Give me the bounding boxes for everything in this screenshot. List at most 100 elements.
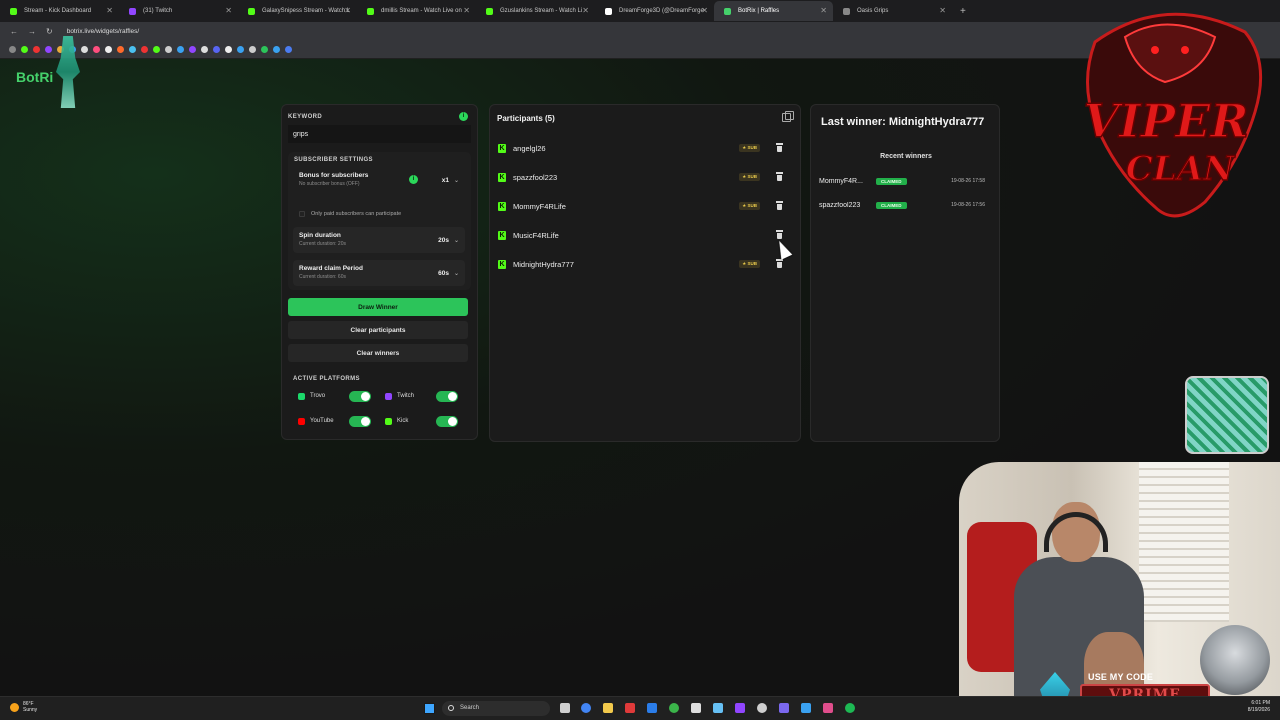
close-tab-icon[interactable]: ✕ [939, 6, 946, 15]
app-icon[interactable] [625, 703, 635, 713]
bookmark-icon[interactable] [177, 46, 184, 53]
last-winner-title: Last winner: MidnightHydra777 [821, 116, 985, 128]
bookmark-icon[interactable] [153, 46, 160, 53]
bookmark-icon[interactable] [33, 46, 40, 53]
spin-title: Spin duration [299, 232, 341, 239]
copy-icon[interactable] [782, 111, 794, 122]
sun-icon [10, 702, 19, 712]
close-tab-icon[interactable]: ✕ [582, 6, 589, 15]
bookmark-icon[interactable] [225, 46, 232, 53]
trash-icon[interactable] [776, 172, 783, 181]
bookmark-icon[interactable] [249, 46, 256, 53]
bookmark-icon[interactable] [213, 46, 220, 53]
draw-winner-button[interactable]: Draw Winner [288, 298, 468, 316]
browser-tab[interactable]: DreamForge3D (@DreamForge ✕ [595, 1, 714, 21]
reload-icon[interactable]: ↻ [46, 27, 53, 36]
browser-tab[interactable]: Gzuslankins Stream - Watch Li ✕ [476, 1, 595, 21]
folder-icon[interactable] [603, 703, 613, 713]
app-icon[interactable] [691, 703, 701, 713]
spin-duration-setting: Spin duration Current duration: 20s 20s ⌄ [293, 227, 465, 253]
viper-clan-logo: VIPER CLAN [1083, 12, 1263, 218]
youtube-toggle[interactable] [349, 416, 371, 427]
bookmark-icon[interactable] [237, 46, 244, 53]
close-tab-icon[interactable]: ✕ [225, 6, 232, 15]
browser-tab[interactable]: Stream - Kick Dashboard ✕ [0, 1, 119, 21]
close-tab-icon[interactable]: ✕ [701, 6, 708, 15]
close-tab-icon[interactable]: ✕ [344, 6, 351, 15]
browser-tab[interactable]: dmillis Stream - Watch Live on ✕ [357, 1, 476, 21]
bookmark-icon[interactable] [93, 46, 100, 53]
browser-tab[interactable]: GalaxySnipess Stream - Watch L ✕ [238, 1, 357, 21]
info-icon[interactable]: i [459, 112, 468, 121]
only-paid-checkbox[interactable] [299, 211, 305, 217]
reward-period-select[interactable]: 60s ⌄ [438, 267, 459, 279]
system-clock[interactable]: 6:01 PM 8/19/2026 [1248, 700, 1270, 714]
raffle-settings-panel: KEYWORD i SUBSCRIBER SETTINGS Bonus for … [281, 104, 478, 440]
spin-duration-select[interactable]: 20s ⌄ [438, 234, 459, 246]
kick-toggle[interactable] [436, 416, 458, 427]
trovo-toggle[interactable] [349, 391, 371, 402]
trash-icon[interactable] [776, 230, 783, 239]
trash-icon[interactable] [776, 143, 783, 152]
clear-winners-button[interactable]: Clear winners [288, 344, 468, 362]
xbox-icon[interactable] [669, 703, 679, 713]
bookmark-icon[interactable] [117, 46, 124, 53]
windows-start-icon[interactable] [424, 703, 435, 714]
back-icon[interactable]: ← [10, 27, 18, 36]
bookmark-icon[interactable] [105, 46, 112, 53]
taskview-icon[interactable] [560, 703, 570, 713]
browser-tab[interactable]: Oasis Grips ✕ [833, 1, 952, 21]
steam-icon[interactable] [713, 703, 723, 713]
streamer [1014, 502, 1144, 696]
app-icon[interactable] [735, 703, 745, 713]
taskbar-search[interactable]: Search [442, 701, 550, 716]
bookmark-icon[interactable] [45, 46, 52, 53]
app-icon[interactable] [779, 703, 789, 713]
clear-participants-button[interactable]: Clear participants [288, 321, 468, 339]
browser-tab[interactable]: (31) Twitch ✕ [119, 1, 238, 21]
bookmark-icon[interactable] [201, 46, 208, 53]
tab-favicon [10, 8, 17, 15]
app-icon[interactable] [647, 703, 657, 713]
keyword-input[interactable] [288, 125, 471, 143]
bookmark-icon[interactable] [165, 46, 172, 53]
trash-icon[interactable] [776, 259, 783, 268]
chrome-icon[interactable] [581, 703, 591, 713]
tab-favicon [843, 8, 850, 15]
bookmark-icon[interactable] [141, 46, 148, 53]
forward-icon[interactable]: → [28, 27, 36, 36]
app-icon[interactable] [823, 703, 833, 713]
tab-favicon [248, 8, 255, 15]
close-tab-icon[interactable]: ✕ [106, 6, 113, 15]
bookmark-icon[interactable] [285, 46, 292, 53]
bookmark-icon[interactable] [189, 46, 196, 53]
subscriber-settings: SUBSCRIBER SETTINGS Bonus for subscriber… [288, 152, 471, 290]
bookmark-icon[interactable] [273, 46, 280, 53]
new-tab-icon[interactable]: + [960, 6, 966, 17]
close-tab-icon[interactable]: ✕ [463, 6, 470, 15]
chevron-down-icon: ⌄ [453, 177, 459, 184]
trash-icon[interactable] [776, 201, 783, 210]
bookmark-icon[interactable] [129, 46, 136, 53]
only-paid-option[interactable]: Only paid subscribers can participate [293, 207, 465, 221]
tab-favicon [724, 8, 731, 15]
weather-widget[interactable]: 86°F Sunny [10, 701, 37, 713]
info-icon[interactable]: i [409, 175, 418, 184]
bonus-subtitle: No subscriber bonus (OFF) [299, 181, 360, 187]
url-field[interactable]: botrix.live/widgets/raffles/ [67, 28, 140, 35]
bookmark-icon[interactable] [261, 46, 268, 53]
spotify-icon[interactable] [845, 703, 855, 713]
browser-tab-active[interactable]: BotRix | Raffles ✕ [714, 1, 833, 21]
reward-claim-setting: Reward claim Period Current duration: 60… [293, 260, 465, 286]
tab-favicon [486, 8, 493, 15]
twitch-toggle[interactable] [436, 391, 458, 402]
kick-icon [385, 417, 392, 425]
participant-name: angelgl26 [513, 143, 546, 153]
bonus-select[interactable]: x1 ⌄ [442, 174, 459, 186]
settings-icon[interactable] [757, 703, 767, 713]
close-tab-icon[interactable]: ✕ [820, 6, 827, 15]
app-icon[interactable] [801, 703, 811, 713]
bookmark-icon[interactable] [21, 46, 28, 53]
bookmark-icon[interactable] [81, 46, 88, 53]
bookmark-icon[interactable] [9, 46, 16, 53]
